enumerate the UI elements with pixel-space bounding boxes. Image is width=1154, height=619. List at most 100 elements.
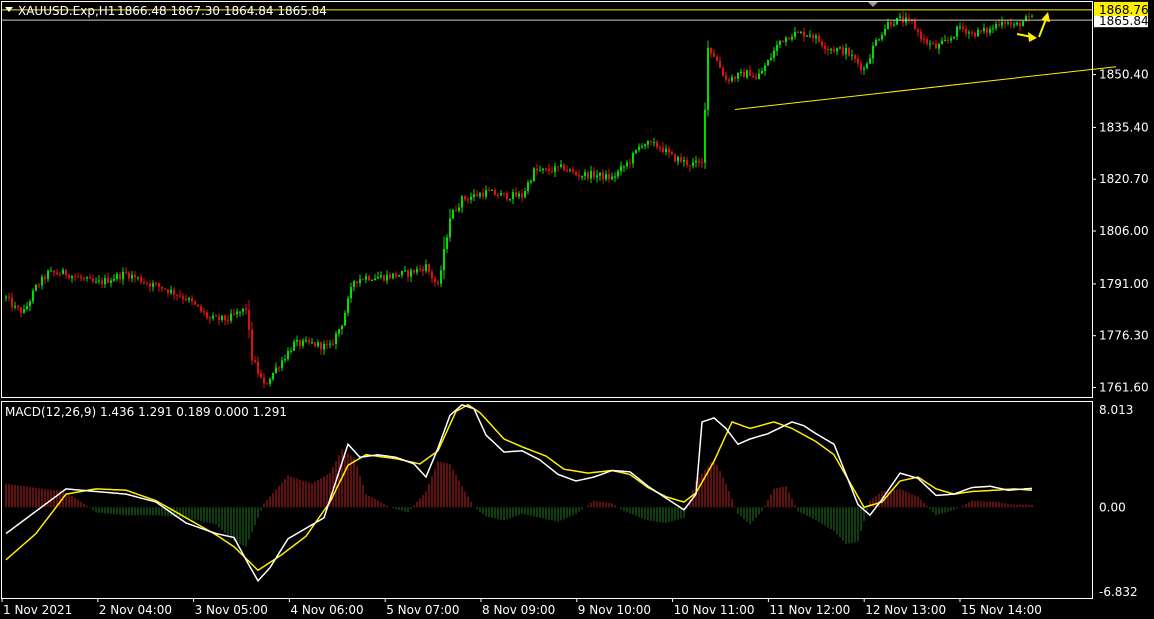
candle-body [500,192,502,196]
candle-body [176,294,178,296]
candle-body [785,37,787,42]
candle-body [902,16,904,23]
trading-chart[interactable]: XAUUSD.Exp,H1 1866.48 1867.30 1864.84 18… [0,0,1154,619]
candle-body [167,289,169,293]
candle-body [503,192,505,194]
candle-body [377,276,379,279]
candle-body [611,176,613,180]
candle-body [464,196,466,200]
candle-body [716,56,718,61]
candle-body [656,141,658,148]
candle-body [833,49,835,52]
candle-body [986,28,988,33]
candle-body [368,276,370,281]
candle-body [170,289,172,293]
candle-body [71,276,73,279]
price-axis: 1850.40 1835.40 1820.70 1806.00 1791.00 1776.… [1092,68,1149,394]
candle-body [296,339,298,342]
symbol-label[interactable]: XAUUSD.Exp,H1 [18,4,115,18]
macd-axis: 8.013 0.00 -6.832 [1099,403,1138,599]
candle-body [605,174,607,180]
candle-body [131,274,133,279]
candle-body [581,175,583,177]
candle-body [350,287,352,299]
candle-body [455,209,457,211]
candle-body [899,16,901,18]
candle-body [881,34,883,40]
candle-body [290,350,292,352]
candle-body [272,372,274,380]
price-tick-label: 1835.40 [1099,120,1149,134]
candle-body [1010,22,1012,25]
time-axis: 1 Nov 2021 2 Nov 04:00 3 Nov 05:00 4 Nov 06… [1,598,1042,617]
candle-body [248,310,250,330]
time-tick-label: 2 Nov 04:00 [99,603,172,617]
candle-body [680,157,682,162]
candle-body [8,296,10,298]
candle-body [146,282,148,284]
candle-body [278,367,280,369]
candle-body [749,70,751,76]
candle-body [548,168,550,172]
candle-body [983,28,985,32]
candle-body [32,290,34,302]
candle-body [398,275,400,277]
candle-body [770,57,772,61]
candle-body [761,70,763,74]
candlestick-series [5,10,1033,388]
candle-body [392,273,394,279]
candle-body [374,278,376,281]
candle-body [98,280,100,282]
candle-body [866,63,868,69]
candle-body [470,196,472,200]
candle-body [536,168,538,171]
candle-body [695,160,697,163]
candle-body [239,311,241,313]
candle-body [509,199,511,201]
candle-body [590,170,592,179]
candle-body [497,194,499,196]
candle-body [779,40,781,45]
candle-body [668,148,670,153]
candle-body [263,377,265,384]
candle-body [740,71,742,74]
candle-body [431,271,433,279]
candle-body [812,35,814,39]
candle-body [83,278,85,280]
candle-body [938,44,940,49]
candle-body [752,75,754,78]
macd-title: MACD(12,26,9) 1.436 1.291 0.189 0.000 1.… [5,405,287,419]
candle-body [869,58,871,64]
candle-body [50,270,52,272]
candle-body [419,268,421,270]
candle-body [776,44,778,51]
candle-body [92,278,94,282]
candle-body [416,268,418,273]
candle-body [920,31,922,40]
chart-shift-marker-icon[interactable] [868,2,878,7]
candle-body [293,341,295,351]
candle-body [485,189,487,197]
candle-body [890,21,892,26]
candle-body [623,166,625,168]
candle-body [854,55,856,60]
price-tick-label: 1776.30 [1099,329,1149,343]
support-trendline[interactable] [734,66,1117,110]
candle-body [746,70,748,78]
candle-body [965,28,967,34]
candle-body [815,35,817,39]
candle-body [341,325,343,330]
candle-body [260,373,262,378]
candle-body [218,316,220,320]
candle-body [86,277,88,279]
candle-body [422,268,424,272]
candle-body [518,193,520,197]
candle-body [137,277,139,279]
candle-body [473,194,475,197]
candle-body [41,276,43,286]
candle-body [65,269,67,276]
macd-tick-label: -6.832 [1099,585,1138,599]
candle-body [704,109,706,163]
candle-body [14,306,16,308]
candle-body [77,276,79,278]
